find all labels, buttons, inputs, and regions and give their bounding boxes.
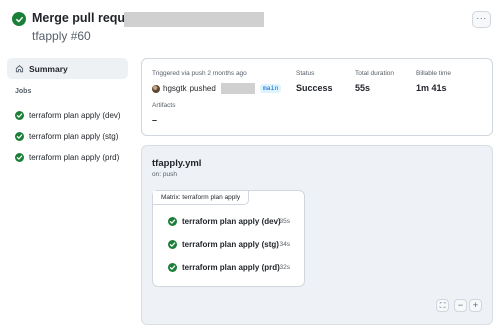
run-summary-card: Triggered via push 2 months ago hgsgtk p…	[141, 58, 493, 136]
kebab-icon: ···	[476, 12, 487, 23]
status-label: Status	[296, 70, 315, 77]
matrix-job-prd[interactable]: terraform plan apply (prd)	[168, 261, 280, 273]
fullscreen-icon: ⛶	[439, 300, 446, 310]
workflow-trigger: on: push	[152, 171, 177, 178]
home-icon	[15, 65, 24, 73]
matrix-job-label: terraform plan apply (prd)	[182, 262, 280, 272]
matrix-job-stg[interactable]: terraform plan apply (stg)	[168, 238, 279, 250]
sidebar-item-summary[interactable]: Summary	[7, 58, 128, 79]
success-check-icon	[15, 152, 24, 162]
billable-time-value: 1m 41s	[416, 83, 447, 93]
total-duration-label: Total duration	[355, 70, 395, 77]
more-options-button[interactable]: ···	[472, 11, 491, 28]
success-check-icon	[168, 216, 177, 226]
zoom-in-button[interactable]: +	[469, 299, 482, 312]
branch-badge[interactable]: main	[259, 84, 282, 93]
success-check-icon	[168, 239, 177, 249]
billable-time-label: Billable time	[416, 70, 452, 77]
matrix-job-duration: 32s	[279, 264, 290, 271]
redacted-commit-link	[220, 83, 255, 94]
workflow-graph: tfapply.yml on: push Matrix: terraform p…	[141, 145, 493, 325]
fullscreen-button[interactable]: ⛶	[436, 299, 449, 312]
sidebar-job-label: terraform plan apply (stg)	[29, 131, 119, 141]
success-check-icon	[168, 262, 177, 272]
sidebar-job-label: terraform plan apply (prd)	[29, 152, 120, 162]
matrix-box: Matrix: terraform plan apply terraform p…	[152, 190, 305, 287]
push-info: hgsgtk pushed main	[152, 83, 282, 94]
matrix-job-label: terraform plan apply (stg)	[182, 239, 279, 249]
run-subtitle: tfapply #60	[32, 29, 91, 43]
zoom-out-icon: −	[457, 300, 464, 310]
matrix-job-label: terraform plan apply (dev)	[182, 216, 281, 226]
push-action: pushed	[189, 84, 216, 93]
status-value: Success	[296, 83, 333, 93]
workflow-file-name: tfapply.yml	[152, 158, 202, 169]
sidebar-job-prd[interactable]: terraform plan apply (prd)	[15, 151, 119, 163]
success-check-icon	[15, 131, 24, 141]
zoom-out-button[interactable]: −	[454, 299, 467, 312]
trigger-text: Triggered via push 2 months ago	[152, 70, 247, 77]
avatar	[152, 84, 160, 93]
jobs-heading: Jobs	[15, 88, 32, 95]
matrix-job-duration: 35s	[279, 218, 290, 225]
matrix-job-dev[interactable]: terraform plan apply (dev)	[168, 215, 281, 227]
total-duration-value: 55s	[355, 83, 371, 93]
redacted-commit-message	[124, 12, 264, 27]
matrix-job-duration: 34s	[279, 241, 290, 248]
sidebar-job-stg[interactable]: terraform plan apply (stg)	[15, 130, 118, 142]
zoom-in-icon: +	[472, 300, 479, 310]
success-check-icon	[15, 110, 24, 120]
matrix-header: Matrix: terraform plan apply	[153, 191, 250, 205]
sidebar-job-dev[interactable]: terraform plan apply (dev)	[15, 109, 121, 121]
success-check-icon	[12, 12, 26, 26]
artifacts-value: –	[152, 115, 158, 125]
sidebar-job-label: terraform plan apply (dev)	[29, 110, 121, 120]
sidebar-item-label: Summary	[29, 63, 68, 74]
artifacts-label: Artifacts	[152, 102, 176, 109]
actor-link[interactable]: hgsgtk	[163, 84, 187, 93]
page-header: Merge pull request tfapply #60 ···	[0, 0, 500, 50]
